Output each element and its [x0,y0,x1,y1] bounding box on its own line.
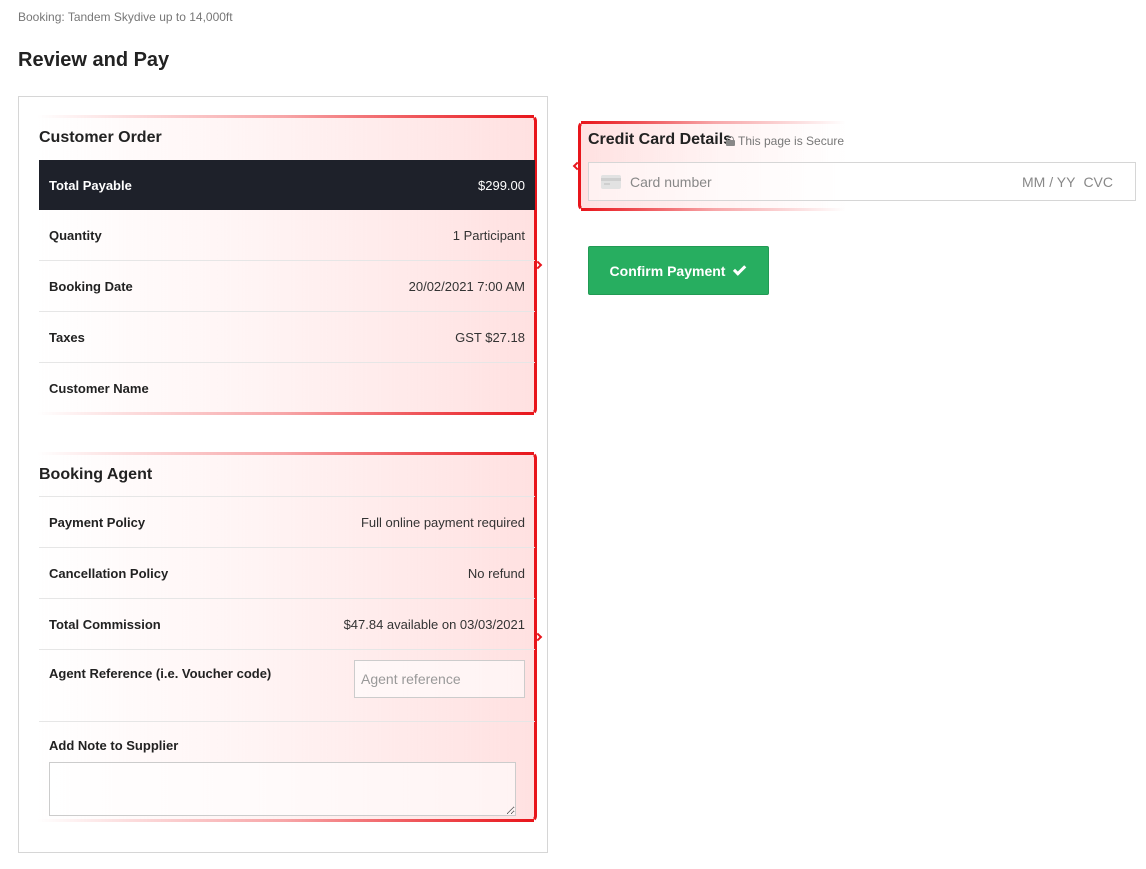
secure-notice: This page is Secure [726,134,844,148]
payment-policy-value: Full online payment required [360,514,525,530]
supplier-note-textarea[interactable] [49,762,516,816]
breadcrumb: Booking: Tandem Skydive up to 14,000ft [18,10,233,24]
card-expiry-placeholder[interactable]: MM / YY [1022,174,1075,190]
card-cvc-placeholder[interactable]: CVC [1083,174,1113,190]
confirm-payment-label: Confirm Payment [609,262,726,279]
booking-agent-section: Booking Agent Payment Policy Full online… [39,452,535,822]
credit-card-title: Credit Card Details [588,131,733,148]
card-number-field[interactable]: Card number MM / YY CVC [588,162,1136,201]
payment-policy-row: Payment Policy Full online payment requi… [39,497,535,548]
total-commission-row: Total Commission $47.84 available on 03/… [39,599,535,650]
total-payable-row: Total Payable $299.00 [39,160,535,210]
supplier-note-label: Add Note to Supplier [49,738,179,753]
quantity-row: Quantity 1 Participant [39,210,535,261]
customer-order-section: Customer Order Total Payable $299.00 Qua… [39,115,535,415]
booking-date-label: Booking Date [49,278,133,294]
customer-name-row: Customer Name [39,363,535,414]
agent-reference-label: Agent Reference (i.e. Voucher code) [49,666,272,681]
card-number-placeholder[interactable]: Card number [630,174,1022,190]
cancellation-policy-value: No refund [467,565,525,581]
agent-reference-input[interactable] [354,660,525,698]
page-title: Review and Pay [18,49,170,71]
booking-date-value: 20/02/2021 7:00 AM [408,278,525,294]
total-commission-value: $47.84 available on 03/03/2021 [343,616,525,632]
payment-policy-label: Payment Policy [49,514,146,530]
check-icon [733,262,747,276]
total-payable-value: $299.00 [478,177,525,193]
cancellation-policy-row: Cancellation Policy No refund [39,548,535,599]
booking-date-row: Booking Date 20/02/2021 7:00 AM [39,261,535,312]
cancellation-policy-label: Cancellation Policy [49,565,169,581]
total-payable-label: Total Payable [49,177,132,193]
confirm-payment-button[interactable]: Confirm Payment [588,246,769,295]
taxes-row: Taxes GST $27.18 [39,312,535,363]
order-summary-panel: Customer Order Total Payable $299.00 Qua… [18,96,548,853]
secure-text: This page is Secure [738,134,845,148]
quantity-label: Quantity [49,227,102,243]
agent-reference-row: Agent Reference (i.e. Voucher code) [39,650,535,722]
customer-order-title: Customer Order [39,129,162,146]
supplier-note-block: Add Note to Supplier [39,722,535,821]
quantity-value: 1 Participant [452,227,525,243]
booking-agent-title: Booking Agent [39,452,535,497]
credit-card-icon [601,174,621,189]
lock-icon [726,136,735,146]
taxes-value: GST $27.18 [455,329,525,345]
customer-name-label: Customer Name [49,381,149,396]
taxes-label: Taxes [49,329,85,345]
total-commission-label: Total Commission [49,616,161,632]
